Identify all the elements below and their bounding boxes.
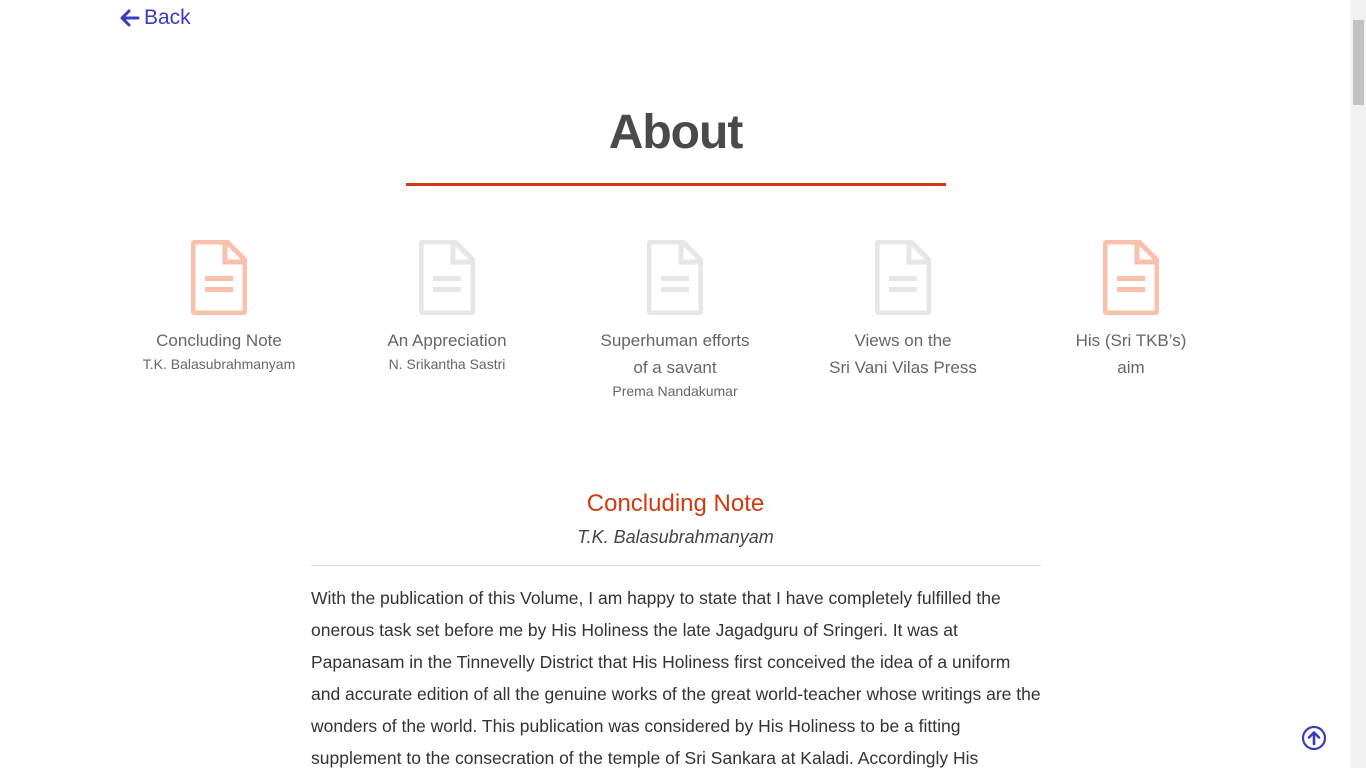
page-title: About — [608, 106, 744, 159]
card-title: Concluding Note — [156, 331, 282, 350]
title-underline — [406, 183, 946, 186]
card-title: An Appreciation — [387, 331, 507, 350]
card-an-appreciation[interactable]: An Appreciation N. Srikantha Sastri — [333, 240, 561, 401]
section-cards: Concluding Note T.K. Balasubrahmanyam An… — [105, 240, 1245, 401]
divider — [311, 565, 1041, 566]
article-body: With the publication of this Volume, I a… — [311, 588, 1041, 768]
arrow-up-circle-icon[interactable] — [1301, 725, 1327, 751]
article-author: T.K. Balasubrahmanyam — [577, 527, 774, 547]
document-icon — [419, 240, 475, 315]
back-link-label: Back — [144, 6, 191, 29]
card-title: Superhuman efforts of a savant — [600, 331, 750, 377]
card-author: Prema Nandakumar — [612, 383, 738, 399]
card-title: Views on the Sri Vani Vilas Press — [829, 331, 977, 377]
document-icon — [191, 240, 247, 315]
card-views-on-press[interactable]: Views on the Sri Vani Vilas Press — [789, 240, 1017, 401]
page-scrollbar[interactable] — [1351, 0, 1366, 768]
card-author: T.K. Balasubrahmanyam — [142, 356, 296, 372]
card-author: N. Srikantha Sastri — [388, 356, 506, 372]
back-link[interactable]: Back — [120, 6, 191, 30]
card-title: His (Sri TKB’s) aim — [1075, 331, 1187, 377]
card-his-aim[interactable]: His (Sri TKB’s) aim — [1017, 240, 1245, 401]
card-concluding-note[interactable]: Concluding Note T.K. Balasubrahmanyam — [105, 240, 333, 401]
article-heading: Concluding Note — [586, 490, 765, 517]
document-icon — [1103, 240, 1159, 315]
document-icon — [647, 240, 703, 315]
card-superhuman-efforts[interactable]: Superhuman efforts of a savant Prema Nan… — [561, 240, 789, 401]
document-icon — [875, 240, 931, 315]
scrollbar-thumb[interactable] — [1353, 20, 1364, 105]
arrow-left-icon — [120, 9, 140, 27]
